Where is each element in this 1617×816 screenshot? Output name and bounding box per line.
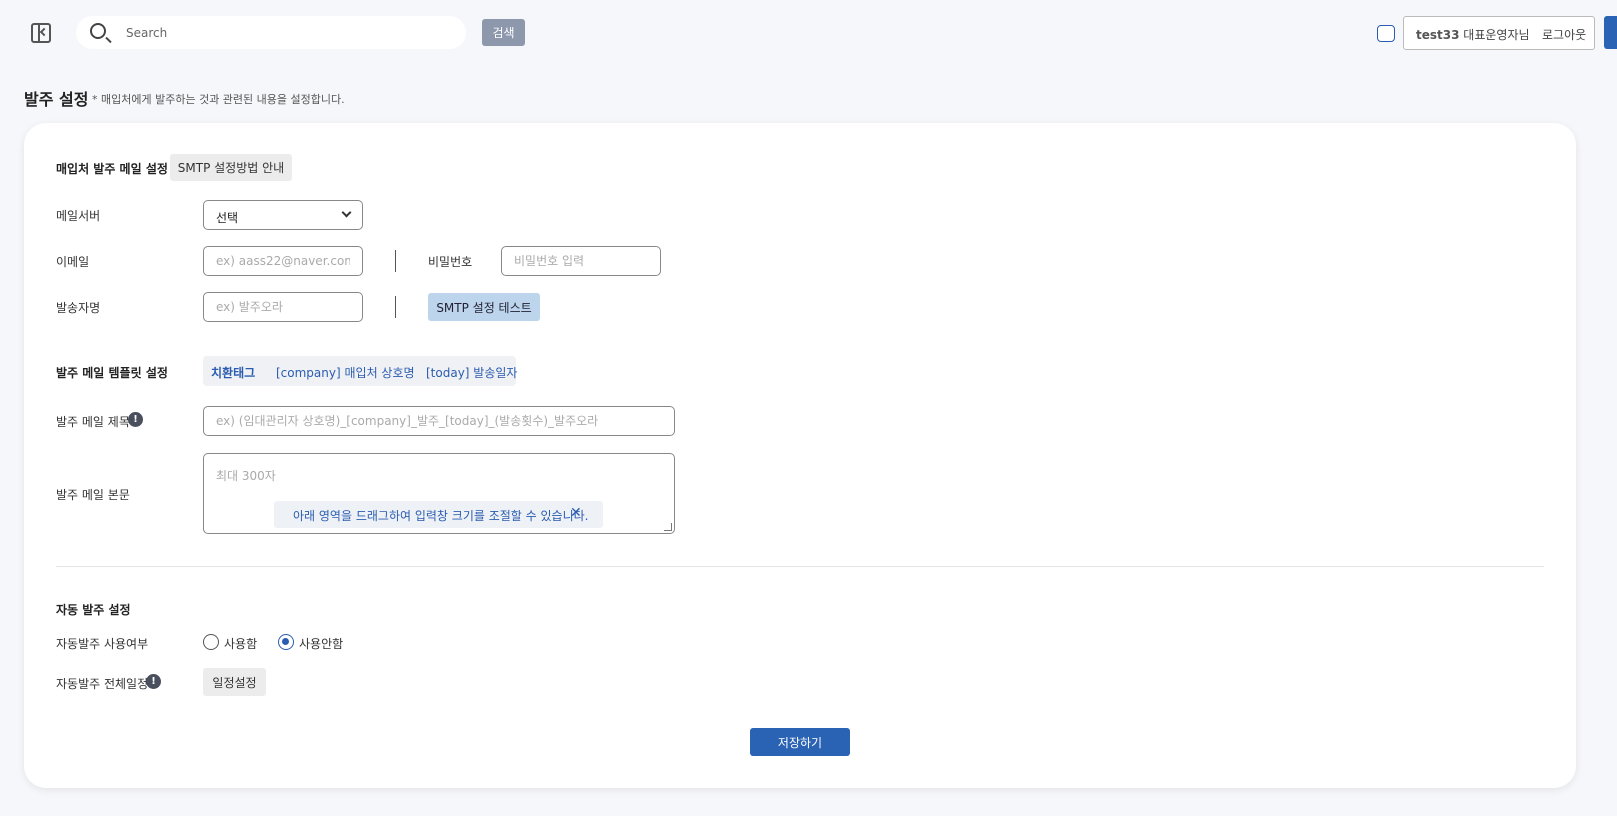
email-field[interactable]: [203, 246, 363, 276]
resize-hint: 아래 영역을 드래그하여 입력창 크기를 조절할 수 있습니다. ✕: [274, 501, 603, 528]
close-icon[interactable]: ✕: [570, 505, 582, 521]
radio-no-use[interactable]: [278, 634, 294, 650]
template-section-title: 발주 메일 템플릿 설정: [56, 366, 168, 380]
auto-section-title: 자동 발주 설정: [56, 603, 131, 617]
resize-handle[interactable]: [664, 523, 672, 531]
info-icon[interactable]: !: [146, 674, 161, 689]
user-box: test33 대표운영자님 로그아웃: [1403, 16, 1595, 50]
settings-card: 매입처 발주 메일 설정 SMTP 설정방법 안내 메일서버 선택 이메일 비밀…: [24, 123, 1576, 788]
page-title: 발주 설정: [24, 90, 89, 109]
chevron-down-icon: [341, 207, 352, 218]
mail-server-label: 메일서버: [56, 209, 101, 223]
mail-server-value: 선택: [216, 211, 239, 225]
search-box: [76, 16, 466, 49]
email-label: 이메일: [56, 255, 90, 269]
info-icon[interactable]: !: [128, 412, 143, 427]
subject-label: 발주 메일 제목: [56, 415, 130, 429]
divider: [395, 296, 396, 318]
radio-use[interactable]: [203, 634, 219, 650]
smtp-test-button[interactable]: SMTP 설정 테스트: [428, 293, 540, 321]
logout-link[interactable]: 로그아웃: [1542, 26, 1586, 43]
divider: [395, 250, 396, 272]
tag-company[interactable]: [company] 매입처 상호명: [276, 364, 415, 381]
mail-server-select[interactable]: 선택: [203, 200, 363, 230]
schedule-setting-button[interactable]: 일정설정: [203, 668, 266, 696]
substitution-tag-bar: 치환태그 [company] 매입처 상호명 [today] 발송일자: [203, 356, 517, 386]
smtp-guide-button[interactable]: SMTP 설정방법 안내: [170, 154, 292, 181]
auto-schedule-label: 자동발주 전체일정: [56, 677, 149, 691]
header-checkbox[interactable]: [1377, 25, 1395, 42]
auto-use-label: 자동발주 사용여부: [56, 637, 149, 651]
section-divider: [56, 566, 1544, 567]
search-icon: [90, 23, 106, 39]
sender-field[interactable]: [203, 292, 363, 322]
resize-hint-text: 아래 영역을 드래그하여 입력창 크기를 조절할 수 있습니다.: [293, 509, 589, 523]
save-button[interactable]: 저장하기: [750, 728, 850, 756]
sidebar-toggle-icon[interactable]: [31, 23, 51, 43]
password-label: 비밀번호: [428, 255, 473, 269]
password-field[interactable]: [501, 246, 661, 276]
tag-today[interactable]: [today] 발송일자: [426, 364, 517, 381]
substitution-tag-title: 치환태그: [211, 366, 256, 380]
user-id: test33: [1416, 28, 1460, 42]
page-description: * 매입처에게 발주하는 것과 관련된 내용을 설정합니다.: [92, 93, 345, 106]
radio-use-label: 사용함: [224, 637, 258, 651]
top-action-button[interactable]: [1604, 16, 1617, 49]
body-placeholder: 최대 300자: [216, 469, 276, 483]
sender-label: 발송자명: [56, 301, 101, 315]
subject-field[interactable]: [203, 406, 675, 436]
search-input[interactable]: [126, 16, 446, 49]
user-name: test33 대표운영자님: [1416, 26, 1530, 43]
body-textarea[interactable]: 최대 300자 아래 영역을 드래그하여 입력창 크기를 조절할 수 있습니다.…: [203, 453, 675, 534]
email-section-title: 매입처 발주 메일 설정: [56, 162, 168, 176]
radio-no-use-label: 사용안함: [299, 637, 344, 651]
body-label: 발주 메일 본문: [56, 488, 130, 502]
search-button[interactable]: 검색: [482, 19, 525, 46]
user-role: 대표운영자님: [1463, 28, 1530, 42]
